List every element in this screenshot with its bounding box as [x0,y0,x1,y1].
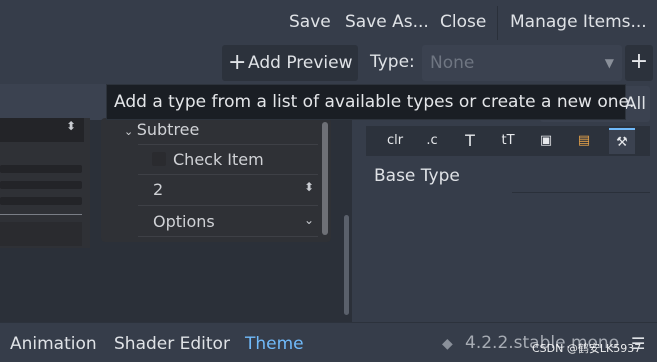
updown-icon: ⬍ [65,119,76,133]
base-type-field[interactable] [512,192,650,193]
version-icon: ◆ [442,336,453,352]
tools-icon[interactable]: ⚒ [609,128,635,154]
type-label: Type: [370,52,415,72]
chevron-down-icon: ⌄ [303,213,314,227]
chevron-down-icon: ▼ [604,56,614,70]
save-as-button[interactable]: Save As... [345,10,429,34]
add-preview-button[interactable]: + Add Preview [222,45,358,81]
close-button[interactable]: Close [440,10,486,34]
preview-bar [0,197,82,205]
tab-theme[interactable]: Theme [245,334,304,354]
spinbox-value: 2 [153,180,164,199]
plus-icon: + [228,50,247,75]
type-select-value: None [430,53,475,73]
font-icon[interactable]: T [457,128,483,154]
tree-row-divider [138,144,318,145]
tree-row-divider [138,174,318,175]
preview-separator [0,214,82,215]
menu-separator [497,6,498,40]
preview-scrollbar[interactable] [344,215,349,315]
font-size-icon[interactable]: tT [495,128,521,154]
stylebox-icon[interactable]: ▤ [571,128,597,154]
constant-icon[interactable]: .c [419,128,445,154]
tree-item-subtree[interactable]: ⌄ Subtree [124,120,199,139]
tab-shader-editor[interactable]: Shader Editor [114,334,230,354]
settings-menu-icon[interactable]: ☰ [631,334,645,353]
checkbox-icon[interactable] [152,152,166,166]
add-type-button[interactable]: + [625,45,653,81]
watermark: CSDN @鹤安LK5937 [532,342,642,355]
preview-bar [0,181,82,189]
save-button[interactable]: Save [289,10,331,34]
base-type-label: Base Type [374,166,460,186]
image-icon[interactable]: ▣ [533,128,559,154]
preview-bar [0,165,82,173]
tab-animation[interactable]: Animation [10,334,97,354]
preview-spinbox[interactable]: ⬍ [0,118,84,142]
tree-scrollbar[interactable] [322,122,328,235]
add-preview-label: Add Preview [248,53,353,73]
tooltip: Add a type from a list of available type… [106,84,634,120]
manage-items-button[interactable]: Manage Items... [510,10,647,34]
type-select[interactable]: None ▼ [422,45,622,81]
tree-spinbox[interactable]: 2 ⬍ [150,178,318,204]
subtree-label: Subtree [136,120,200,139]
color-icon[interactable]: clr [382,128,408,154]
updown-icon: ⬍ [303,180,314,194]
tree-row-divider [138,205,318,206]
check-item-label[interactable]: Check Item [173,150,264,169]
chevron-down-icon: ⌄ [124,125,137,138]
options-value: Options [153,212,215,231]
tree-row-divider [138,236,318,237]
preview-box [0,222,82,246]
options-select[interactable]: Options ⌄ [150,210,318,236]
